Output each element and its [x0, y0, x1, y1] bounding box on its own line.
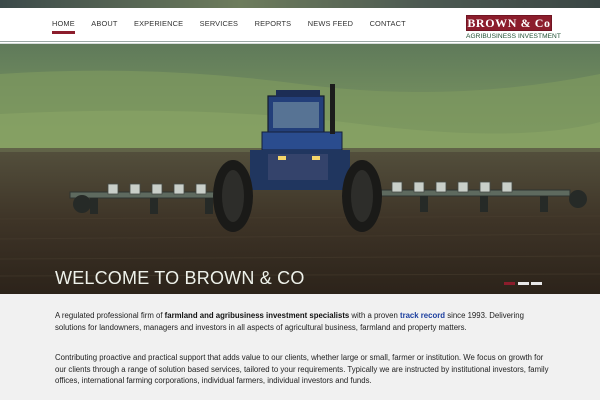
slide-dot-1[interactable] — [504, 282, 515, 285]
intro-p1-mid: with a proven — [349, 311, 400, 320]
nav-about[interactable]: ABOUT — [91, 19, 117, 28]
hero-heading: WELCOME TO BROWN & CO — [55, 268, 305, 288]
intro-p1-prefix: A regulated professional firm of — [55, 311, 165, 320]
intro-section: A regulated professional firm of farmlan… — [0, 294, 600, 400]
nav-services[interactable]: SERVICES — [200, 19, 238, 28]
track-record-link[interactable]: track record — [400, 311, 445, 320]
nav-news-feed[interactable]: NEWS FEED — [308, 19, 353, 28]
hero-slider: WELCOME TO BROWN & CO — [0, 44, 600, 294]
hero-tractor-image — [0, 44, 600, 294]
header-divider — [0, 41, 600, 42]
site-header: HOME ABOUT EXPERIENCE SERVICES REPORTS N… — [0, 8, 600, 41]
nav-experience[interactable]: EXPERIENCE — [134, 19, 183, 28]
slide-dot-2[interactable] — [517, 282, 529, 285]
nav-home[interactable]: HOME — [52, 19, 75, 34]
slide-dot-3[interactable] — [531, 282, 542, 285]
intro-paragraph-2: Contributing proactive and practical sup… — [55, 353, 549, 386]
intro-p1-bold: farmland and agribusiness investment spe… — [164, 311, 350, 320]
nav-reports[interactable]: REPORTS — [255, 19, 292, 28]
main-navigation: HOME ABOUT EXPERIENCE SERVICES REPORTS N… — [52, 19, 422, 34]
brand-logo[interactable]: BROWN & Co AGRIBUSINESS INVESTMENT — [466, 15, 561, 42]
nav-contact[interactable]: CONTACT — [370, 19, 406, 28]
slider-pagination — [504, 282, 545, 285]
intro-paragraph-1: A regulated professional firm of farmlan… — [55, 310, 555, 333]
logo-wordmark: BROWN & Co — [466, 15, 552, 31]
top-banner-strip — [0, 0, 600, 8]
logo-tagline: AGRIBUSINESS INVESTMENT — [466, 32, 561, 40]
